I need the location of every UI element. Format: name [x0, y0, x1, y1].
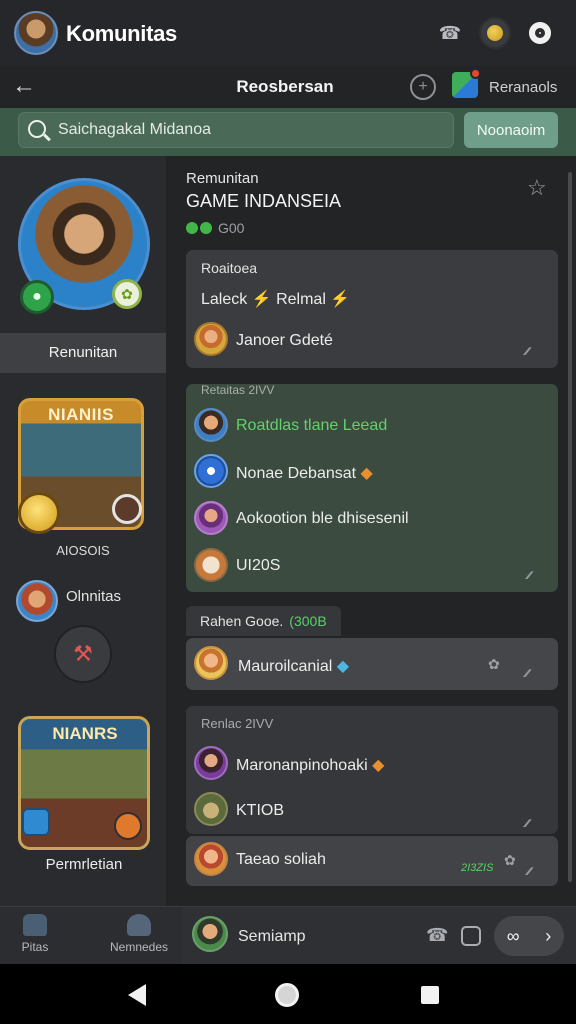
avatar[interactable]	[194, 501, 228, 535]
home-button-icon[interactable]	[275, 983, 299, 1007]
read-ticks-icon: ∕∕∕	[526, 668, 529, 680]
reaction-icon[interactable]: ✿	[504, 852, 516, 869]
gear-icon[interactable]	[524, 17, 556, 49]
message-row-text: Aokootion ble dhisesenil	[236, 510, 409, 527]
community-name: GAME INDANSEIA	[186, 191, 342, 211]
header-right-link[interactable]: Reranaols	[489, 79, 557, 96]
recents-icon[interactable]	[421, 986, 439, 1004]
lightning-icon: ⚡	[330, 291, 351, 308]
member-count: G00	[218, 220, 245, 236]
message-row-text: Taeao soliah	[236, 851, 326, 868]
online-badge-icon: ●	[20, 280, 54, 314]
avatar[interactable]	[194, 792, 228, 826]
read-ticks-icon: ∕∕∕	[528, 570, 531, 582]
phone-icon[interactable]: ☎	[434, 17, 466, 49]
arrow-left-icon[interactable]: ←	[12, 72, 40, 100]
message-part: Relmal	[276, 291, 326, 308]
avatar[interactable]	[194, 408, 228, 442]
gem-icon: ◆	[372, 757, 385, 774]
avatar[interactable]	[194, 746, 228, 780]
message-row-text: Nonae Debansat	[236, 465, 357, 482]
send-button[interactable]: ∞ ›	[494, 916, 564, 956]
nav-item-members[interactable]: Nemnedes	[104, 914, 174, 954]
sidebar-user-label[interactable]: Olnnitas	[66, 588, 121, 605]
diamond-icon	[22, 808, 50, 836]
sidebar-game-label: AIOSOIS	[56, 543, 110, 558]
message-row-text: Mauroilcanial	[238, 658, 333, 675]
user-avatar[interactable]	[16, 580, 58, 622]
star-icon[interactable]: ☆	[527, 175, 547, 201]
avatar[interactable]	[194, 646, 228, 680]
read-ticks-icon: ∕∕∕	[528, 866, 531, 878]
card-header: Renlac 2IVV	[201, 716, 274, 731]
section-tag[interactable]: Rahen Gooe. (300B	[186, 606, 341, 636]
avatar[interactable]	[194, 454, 228, 488]
search-value: Saichagakal Midanoa	[58, 121, 211, 138]
avatar[interactable]	[194, 548, 228, 582]
avatar[interactable]	[194, 842, 228, 876]
read-ticks-icon: ∕∕∕	[526, 346, 529, 358]
message-row: Mauroilcanial ◆	[238, 656, 349, 676]
message-row-text: Janoer Gdeté	[236, 332, 333, 349]
search-button[interactable]: Noonaoim	[464, 112, 558, 148]
read-ticks-icon: ∕∕∕	[526, 818, 529, 830]
message-input[interactable]: Semiamp	[238, 928, 306, 946]
tag-label: Rahen Gooe.	[200, 613, 284, 629]
scrollbar[interactable]	[568, 172, 572, 882]
back-icon[interactable]	[128, 984, 146, 1006]
message-row-text: Roatdlas tlane Leead	[236, 417, 388, 434]
community-label: Remunitan	[186, 170, 259, 187]
leaf-badge-icon: ✿	[112, 279, 142, 309]
message-meta: 2I3ZIS	[461, 862, 494, 874]
person-icon	[127, 914, 151, 936]
orb-icon	[114, 812, 142, 840]
search-icon	[28, 120, 46, 138]
home-icon	[23, 914, 47, 936]
avatar[interactable]	[194, 322, 228, 356]
gem-icon: ◆	[360, 465, 373, 482]
mention-icon: ∞	[506, 925, 520, 946]
online-status-icon	[186, 221, 214, 235]
tag-highlight: (300B	[289, 613, 327, 629]
message-text: Laleck ⚡ Relmal ⚡	[201, 289, 350, 309]
game-logo-text: NIANRS	[52, 724, 118, 743]
avatar[interactable]	[192, 916, 228, 952]
game-logo-text: NIANIIS	[48, 405, 114, 424]
nav-item-label: Pitas	[21, 940, 49, 954]
message-row: Nonae Debansat ◆	[236, 463, 373, 483]
camera-icon[interactable]	[461, 926, 481, 946]
lightning-icon: ⚡	[251, 291, 272, 308]
message-row-text: Maronanpinohoaki	[236, 757, 368, 774]
hammer-icon[interactable]: ⚒	[54, 625, 112, 683]
app-title: Komunitas	[66, 21, 177, 46]
sidebar-item-label: Renunitan	[48, 344, 118, 361]
phone-icon[interactable]: ☎	[426, 925, 448, 946]
notification-dot	[470, 68, 481, 79]
message-row: Maronanpinohoaki ◆	[236, 755, 384, 775]
reaction-icon[interactable]: ✿	[488, 656, 500, 673]
game-badge-icon	[112, 494, 142, 524]
card-title: Roaitoea	[201, 260, 258, 276]
card-header: Retaitas 2IVV	[201, 383, 275, 397]
nav-item-label: Nemnedes	[109, 940, 169, 954]
status-icon[interactable]	[479, 17, 511, 49]
user-avatar[interactable]	[14, 11, 58, 55]
coin-icon	[18, 492, 60, 534]
sidebar-game-label: Permrletian	[45, 856, 123, 873]
message-part: Laleck	[201, 291, 248, 308]
message-row-text: UI20S	[236, 557, 281, 574]
gem-icon: ◆	[336, 658, 350, 675]
add-icon[interactable]: +	[410, 74, 436, 100]
chevron-right-icon: ›	[545, 925, 552, 946]
page-title: Reosbersan	[236, 77, 334, 96]
nav-item-home[interactable]: Pitas	[0, 914, 70, 954]
message-row-text: KTIOB	[236, 802, 285, 819]
